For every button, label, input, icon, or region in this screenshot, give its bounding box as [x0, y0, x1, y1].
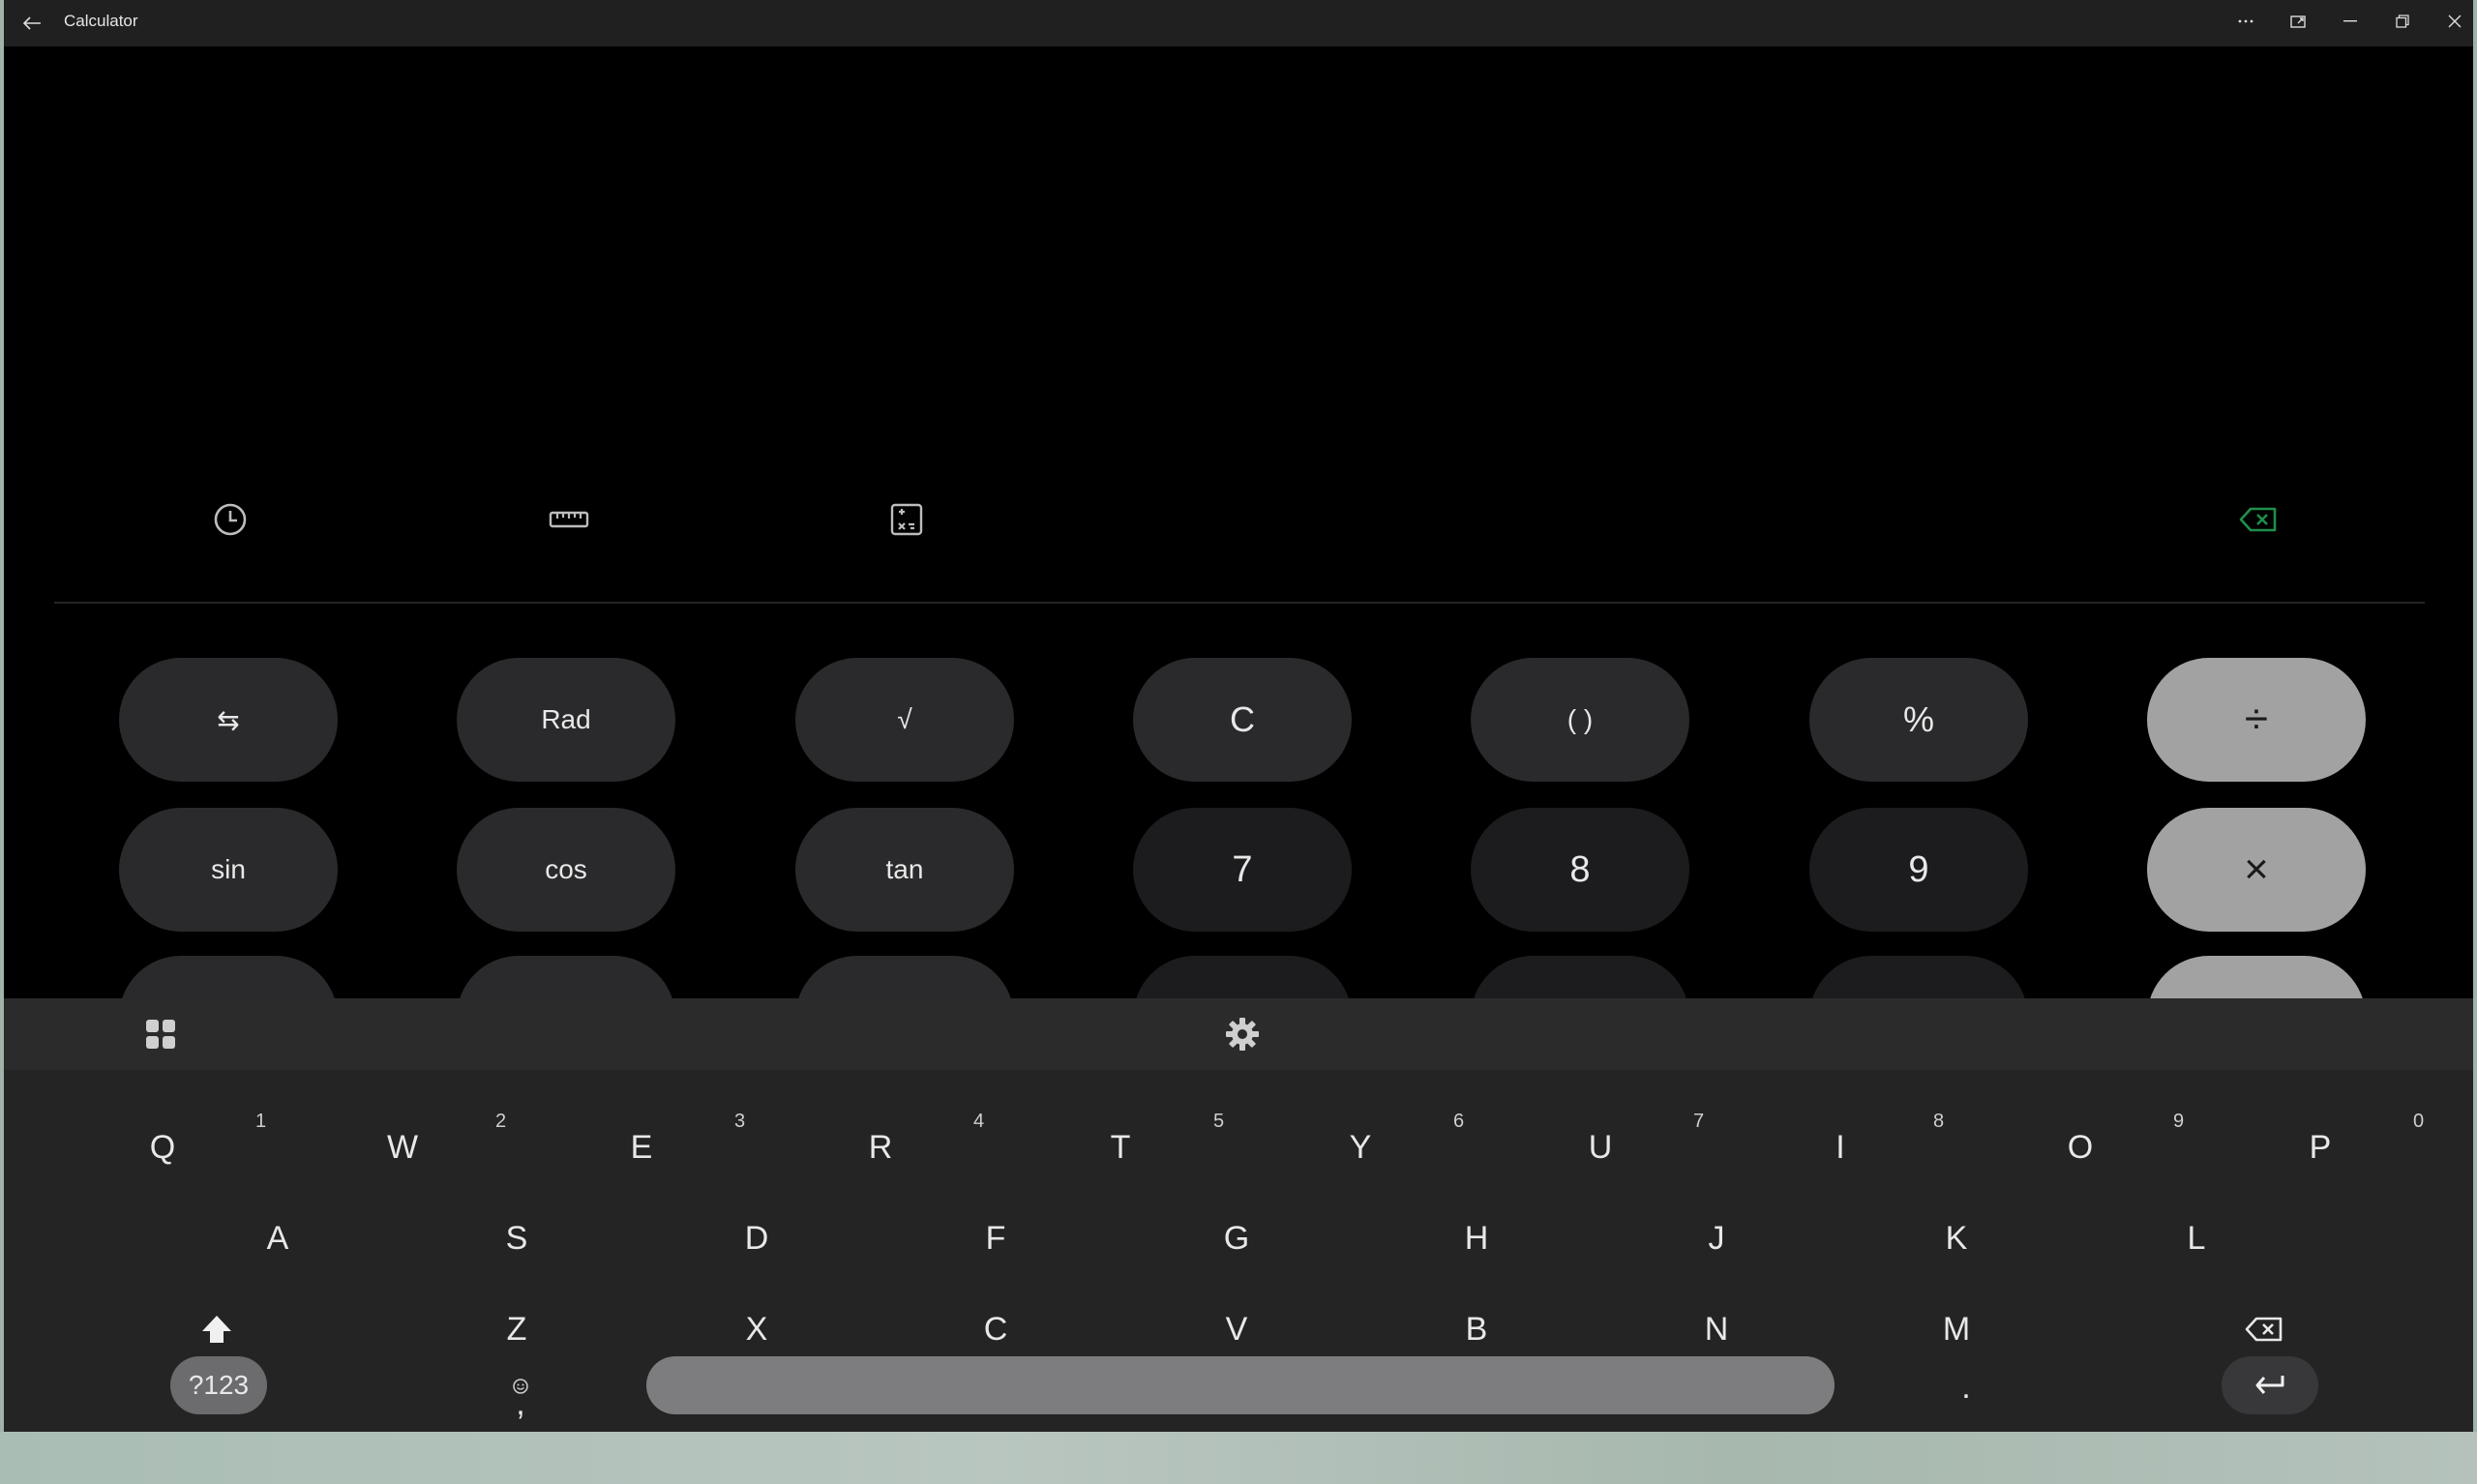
sin-key[interactable]: sin: [119, 808, 338, 932]
window-title: Calculator: [64, 12, 138, 30]
apps-grid-icon: [146, 1020, 175, 1049]
on-screen-keyboard: Q1 W2 E3 R4 T5 Y6 U7 I8 O9 P0 A S D F G …: [4, 998, 2473, 1432]
tan-key[interactable]: tan: [795, 808, 1014, 932]
key-j[interactable]: J: [1600, 1196, 1833, 1281]
backspace-icon: [2245, 1317, 2283, 1342]
history-button[interactable]: [206, 495, 254, 544]
keyboard-settings-button[interactable]: [1218, 1010, 1267, 1058]
enter-key[interactable]: [2222, 1356, 2318, 1414]
parentheses-key[interactable]: ( ): [1471, 658, 1689, 782]
key-a[interactable]: A: [162, 1196, 394, 1281]
compact-overlay-icon: [2290, 15, 2306, 28]
minimize-button[interactable]: [2324, 0, 2376, 43]
enter-icon: [2255, 1376, 2284, 1394]
display-backspace-button[interactable]: [2234, 495, 2283, 544]
divide-key[interactable]: ÷: [2147, 658, 2366, 782]
calculator-plus-icon: [890, 503, 923, 536]
key-u[interactable]: U7: [1484, 1105, 1716, 1190]
key-s[interactable]: S: [401, 1196, 633, 1281]
back-arrow-icon: [22, 16, 41, 30]
compact-overlay-button[interactable]: [2272, 0, 2324, 43]
sqrt-key[interactable]: √: [795, 658, 1014, 782]
unit-converter-button[interactable]: [545, 495, 593, 544]
backspace-icon: [2239, 507, 2277, 532]
calculator-display: [4, 46, 2473, 453]
key-t[interactable]: T5: [1004, 1105, 1237, 1190]
key-q[interactable]: Q1: [46, 1105, 279, 1190]
ruler-icon: [549, 511, 589, 528]
calculator-window: Calculator ⇆ Rad √ C () % ÷ sin cos tan…: [4, 0, 2473, 1432]
comma-emoji-key[interactable]: ,: [463, 1352, 579, 1432]
more-options-button[interactable]: [2220, 0, 2272, 43]
close-icon: [2448, 15, 2462, 28]
close-button[interactable]: [2429, 0, 2473, 43]
keyboard-toolbar: [4, 998, 2473, 1070]
clear-key[interactable]: C: [1133, 658, 1352, 782]
multiply-key[interactable]: ×: [2147, 808, 2366, 932]
space-bar[interactable]: [646, 1356, 1835, 1414]
apps-button[interactable]: [136, 1010, 185, 1058]
display-divider: [54, 602, 2425, 604]
title-bar: Calculator: [4, 0, 2473, 46]
shift-icon: [202, 1316, 231, 1343]
gear-icon: [1226, 1018, 1259, 1051]
minimize-icon: [2343, 20, 2357, 22]
key-w[interactable]: W2: [286, 1105, 519, 1190]
history-icon: [214, 503, 247, 536]
key-p[interactable]: P0: [2204, 1105, 2436, 1190]
desktop-background: [0, 1432, 2477, 1484]
key-k[interactable]: K: [1840, 1196, 2073, 1281]
key-g[interactable]: G: [1120, 1196, 1353, 1281]
symbols-key[interactable]: ?123: [170, 1356, 267, 1414]
digit-8-key[interactable]: 8: [1471, 808, 1689, 932]
key-l[interactable]: L: [2080, 1196, 2313, 1281]
key-f[interactable]: F: [880, 1196, 1112, 1281]
key-i[interactable]: I8: [1724, 1105, 1956, 1190]
back-button[interactable]: [12, 0, 52, 46]
period-key[interactable]: .: [1850, 1345, 2082, 1430]
percent-key[interactable]: %: [1809, 658, 2028, 782]
cos-key[interactable]: cos: [457, 808, 675, 932]
inverse-key[interactable]: ⇆: [119, 658, 338, 782]
key-o[interactable]: O9: [1964, 1105, 2196, 1190]
restore-button[interactable]: [2376, 0, 2429, 43]
scientific-mode-button[interactable]: [882, 495, 931, 544]
key-r[interactable]: R4: [764, 1105, 997, 1190]
digit-7-key[interactable]: 7: [1133, 808, 1352, 932]
restore-icon: [2396, 15, 2409, 28]
key-y[interactable]: Y6: [1244, 1105, 1477, 1190]
key-e[interactable]: E3: [525, 1105, 758, 1190]
key-h[interactable]: H: [1360, 1196, 1593, 1281]
key-d[interactable]: D: [641, 1196, 873, 1281]
more-options-icon: [2238, 19, 2253, 23]
digit-9-key[interactable]: 9: [1809, 808, 2028, 932]
rad-key[interactable]: Rad: [457, 658, 675, 782]
